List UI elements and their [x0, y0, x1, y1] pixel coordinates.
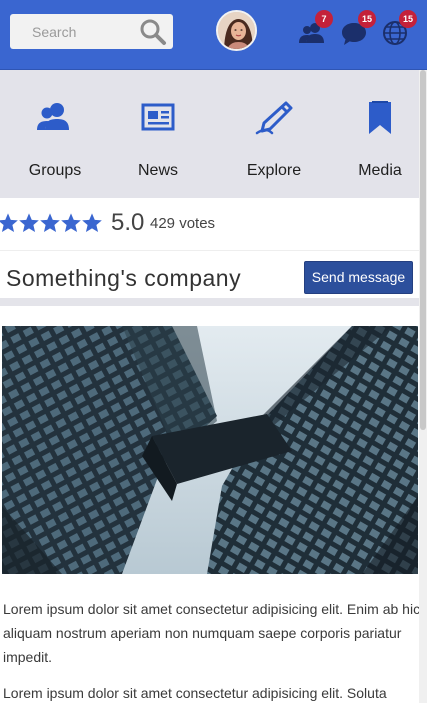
company-photo	[2, 326, 418, 574]
nav-item-explore[interactable]: Explore	[229, 70, 319, 198]
search-box	[10, 14, 173, 49]
body-paragraph: Lorem ipsum dolor sit amet consectetur a…	[3, 685, 387, 701]
company-header: Something's company Send message	[0, 250, 427, 306]
star-icon	[0, 212, 19, 234]
star-icon	[81, 212, 103, 234]
notifications-badge: 15	[399, 10, 417, 28]
nav-item-media[interactable]: Media	[335, 70, 425, 198]
nav-label-media: Media	[358, 162, 402, 179]
company-name: Something's company	[6, 265, 242, 291]
media-icon	[360, 100, 400, 136]
send-message-button[interactable]: Send message	[304, 261, 413, 294]
news-icon	[138, 100, 178, 136]
nav-label-explore: Explore	[246, 162, 302, 179]
star-icon	[18, 212, 40, 234]
groups-icon	[35, 100, 75, 136]
nav-label-news: News	[137, 162, 178, 179]
nav-item-groups[interactable]: Groups	[10, 70, 100, 198]
main-nav: Groups News Explore Media	[0, 70, 427, 198]
star-icon	[60, 212, 82, 234]
search-icon[interactable]	[139, 18, 167, 46]
avatar[interactable]	[216, 10, 257, 51]
nav-item-news[interactable]: News	[113, 70, 203, 198]
search-input[interactable]	[10, 14, 138, 49]
top-bar: 7 15 15	[0, 0, 427, 70]
rating-votes: 429 votes	[150, 215, 216, 232]
explore-icon	[254, 100, 294, 136]
rating-score: 5.0	[111, 209, 145, 236]
nav-label-groups: Groups	[28, 162, 82, 179]
star-rating	[0, 212, 102, 234]
scrollbar-thumb[interactable]	[420, 70, 426, 430]
body-paragraph: Lorem ipsum dolor sit amet consectetur a…	[3, 601, 421, 665]
star-icon	[39, 212, 61, 234]
messages-badge: 15	[358, 10, 376, 28]
rating-section: 5.0 429 votes	[0, 198, 427, 250]
friends-badge: 7	[315, 10, 333, 28]
